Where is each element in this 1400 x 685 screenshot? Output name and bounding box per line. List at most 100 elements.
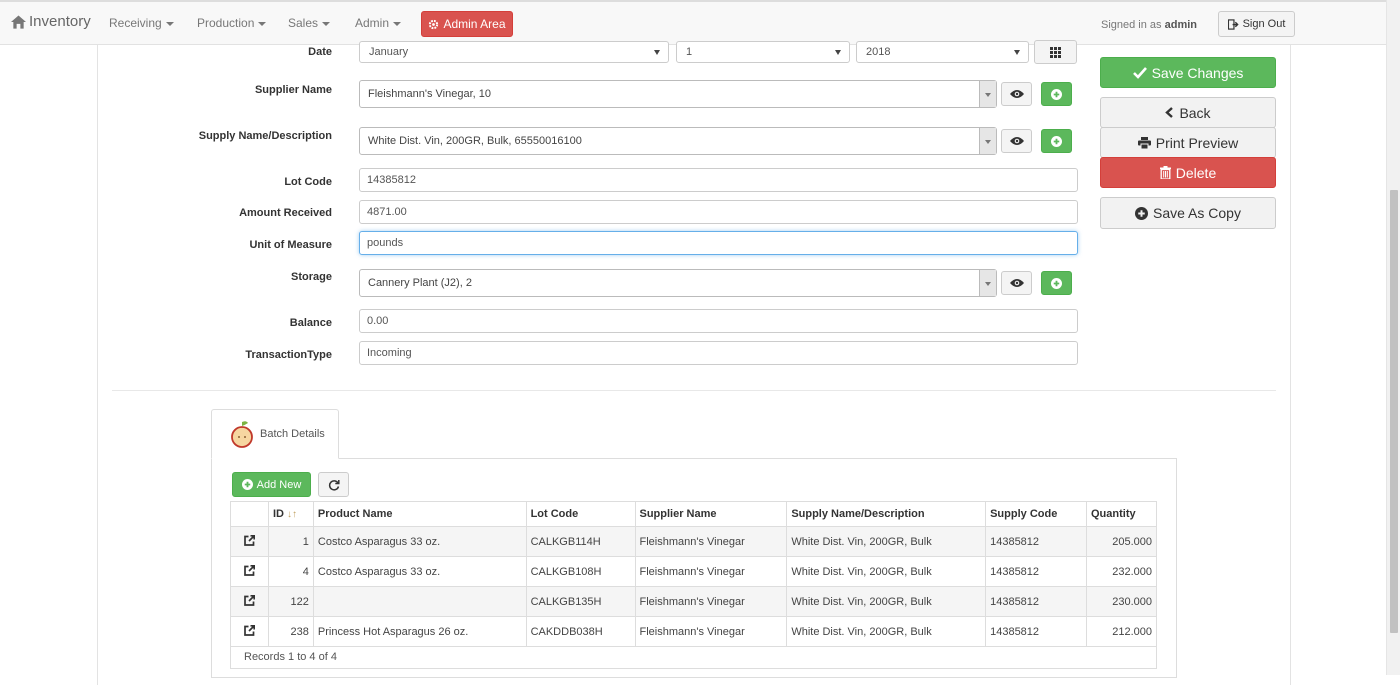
refresh-icon [328,479,340,491]
supplier-combobox[interactable]: Fleishmann's Vinegar, 10 [359,80,997,108]
sort-icon[interactable]: ↓↑ [287,509,297,520]
balance-label: Balance [289,317,332,329]
supplier-cell: Fleishmann's Vinegar [634,526,788,557]
quantity-cell: 232.000 [1085,556,1158,587]
lot-code-input[interactable]: 14385812 [359,168,1078,192]
add-new-label: Add New [256,478,302,491]
top-navbar: Inventory Receiving Production Sales Adm… [0,0,1386,45]
caret-down-icon [393,21,402,26]
supply-value: White Dist. Vin, 200GR, Bulk, 6555001610… [368,135,582,147]
col-supply-code[interactable]: Supply Code [985,501,1087,527]
table-row: 122 CALKGB135H Fleishmann's Vinegar Whit… [230,586,1158,617]
transaction-type-input[interactable]: Incoming [359,341,1078,365]
supplier-cell: Fleishmann's Vinegar [634,586,788,617]
caret-down-icon [165,21,174,26]
supply-code-cell: 14385812 [985,616,1087,647]
external-link-icon[interactable] [244,534,256,546]
plus-circle-icon [1051,135,1062,147]
dropdown-arrow-icon[interactable] [979,270,996,296]
col-id[interactable]: ID ↓↑ [267,501,314,527]
view-storage-button[interactable] [1001,271,1032,295]
storage-combobox[interactable]: Cannery Plant (J2), 2 [359,269,997,297]
brand-link[interactable]: Inventory [11,13,91,30]
transaction-type-label: TransactionType [245,349,332,361]
save-as-copy-label: Save As Copy [1153,205,1241,221]
menu-label: Production [197,16,255,30]
calendar-button[interactable] [1034,40,1077,64]
edit-cell [230,556,269,587]
supply-cell: White Dist. Vin, 200GR, Bulk [786,616,987,647]
dropdown-arrow-icon[interactable] [979,128,996,154]
trash-icon [1159,166,1171,179]
year-select[interactable]: 2018 [856,41,1029,63]
records-footer: Records 1 to 4 of 4 [230,645,1157,669]
col-supply-description[interactable]: Supply Name/Description [786,501,987,527]
external-link-icon[interactable] [244,564,256,576]
menu-label: Sales [288,16,319,30]
menu-admin[interactable]: Admin [355,16,402,30]
quantity-cell: 212.000 [1085,616,1158,647]
table-row: 238 Princess Hot Asparagus 26 oz. CAKDDB… [230,616,1158,647]
add-supply-button[interactable] [1041,129,1072,153]
amount-label: Amount Received [239,207,332,219]
select-arrow-icon [654,50,660,55]
id-cell: 122 [267,586,314,617]
menu-production[interactable]: Production [197,16,267,30]
balance-input[interactable]: 0.00 [359,309,1078,333]
caret-down-icon [322,21,331,26]
product-cell: Princess Hot Asparagus 26 oz. [312,616,527,647]
add-new-button[interactable]: Add New [232,472,311,497]
id-cell: 238 [267,616,314,647]
page-scrollbar[interactable] [1386,0,1400,675]
dropdown-arrow-icon[interactable] [979,81,996,107]
lot-cell: CALKGB114H [525,526,636,557]
plus-circle-icon [1051,88,1062,100]
supply-cell: White Dist. Vin, 200GR, Bulk [786,526,987,557]
col-product-name[interactable]: Product Name [312,501,527,527]
refresh-button[interactable] [318,472,349,497]
tab-batch-details[interactable]: Batch Details [211,409,339,459]
view-supply-button[interactable] [1001,129,1032,153]
year-value: 2018 [866,46,891,58]
back-label: Back [1179,104,1211,121]
back-button[interactable]: Back [1100,97,1276,128]
menu-receiving[interactable]: Receiving [109,16,174,30]
supply-combobox[interactable]: White Dist. Vin, 200GR, Bulk, 6555001610… [359,127,997,155]
home-icon [11,14,26,29]
table-row: 4 Costco Asparagus 33 oz. CALKGB108H Fle… [230,556,1158,587]
menu-sales[interactable]: Sales [288,16,331,30]
delete-button[interactable]: Delete [1100,157,1276,188]
add-storage-button[interactable] [1041,271,1072,295]
quantity-cell: 230.000 [1085,586,1158,617]
gear-icon [429,19,439,29]
print-preview-button[interactable]: Print Preview [1100,127,1276,158]
scrollbar-thumb[interactable] [1390,190,1398,633]
print-preview-label: Print Preview [1155,134,1239,151]
col-quantity[interactable]: Quantity [1085,501,1158,527]
external-link-icon[interactable] [244,624,256,636]
day-select[interactable]: 1 [676,41,850,63]
chevron-left-icon [1165,107,1174,118]
amount-input[interactable]: 4871.00 [359,200,1078,224]
lot-cell: CAKDDB038H [525,616,636,647]
sign-out-button[interactable]: Sign Out [1218,11,1295,37]
col-supplier-name[interactable]: Supplier Name [634,501,788,527]
external-link-icon[interactable] [244,594,256,606]
supplier-value: Fleishmann's Vinegar, 10 [368,88,491,100]
col-lot-code[interactable]: Lot Code [525,501,636,527]
product-cell: Costco Asparagus 33 oz. [312,556,527,587]
save-changes-button[interactable]: Save Changes [1100,57,1276,88]
save-as-copy-button[interactable]: Save As Copy [1100,197,1276,229]
id-cell: 1 [267,526,314,557]
delete-label: Delete [1175,164,1217,181]
supplier-label: Supplier Name [254,84,332,96]
unit-input[interactable]: pounds [359,231,1078,255]
lot-cell: CALKGB108H [525,556,636,587]
add-supplier-button[interactable] [1041,82,1072,106]
plus-circle-icon [241,479,253,490]
view-supplier-button[interactable] [1001,82,1032,106]
table-header-row: ID ↓↑ Product Name Lot Code Supplier Nam… [230,501,1158,527]
signed-in-prefix: Signed in as [1101,19,1162,31]
month-select[interactable]: January [359,41,669,63]
admin-area-button[interactable]: Admin Area [421,11,513,37]
